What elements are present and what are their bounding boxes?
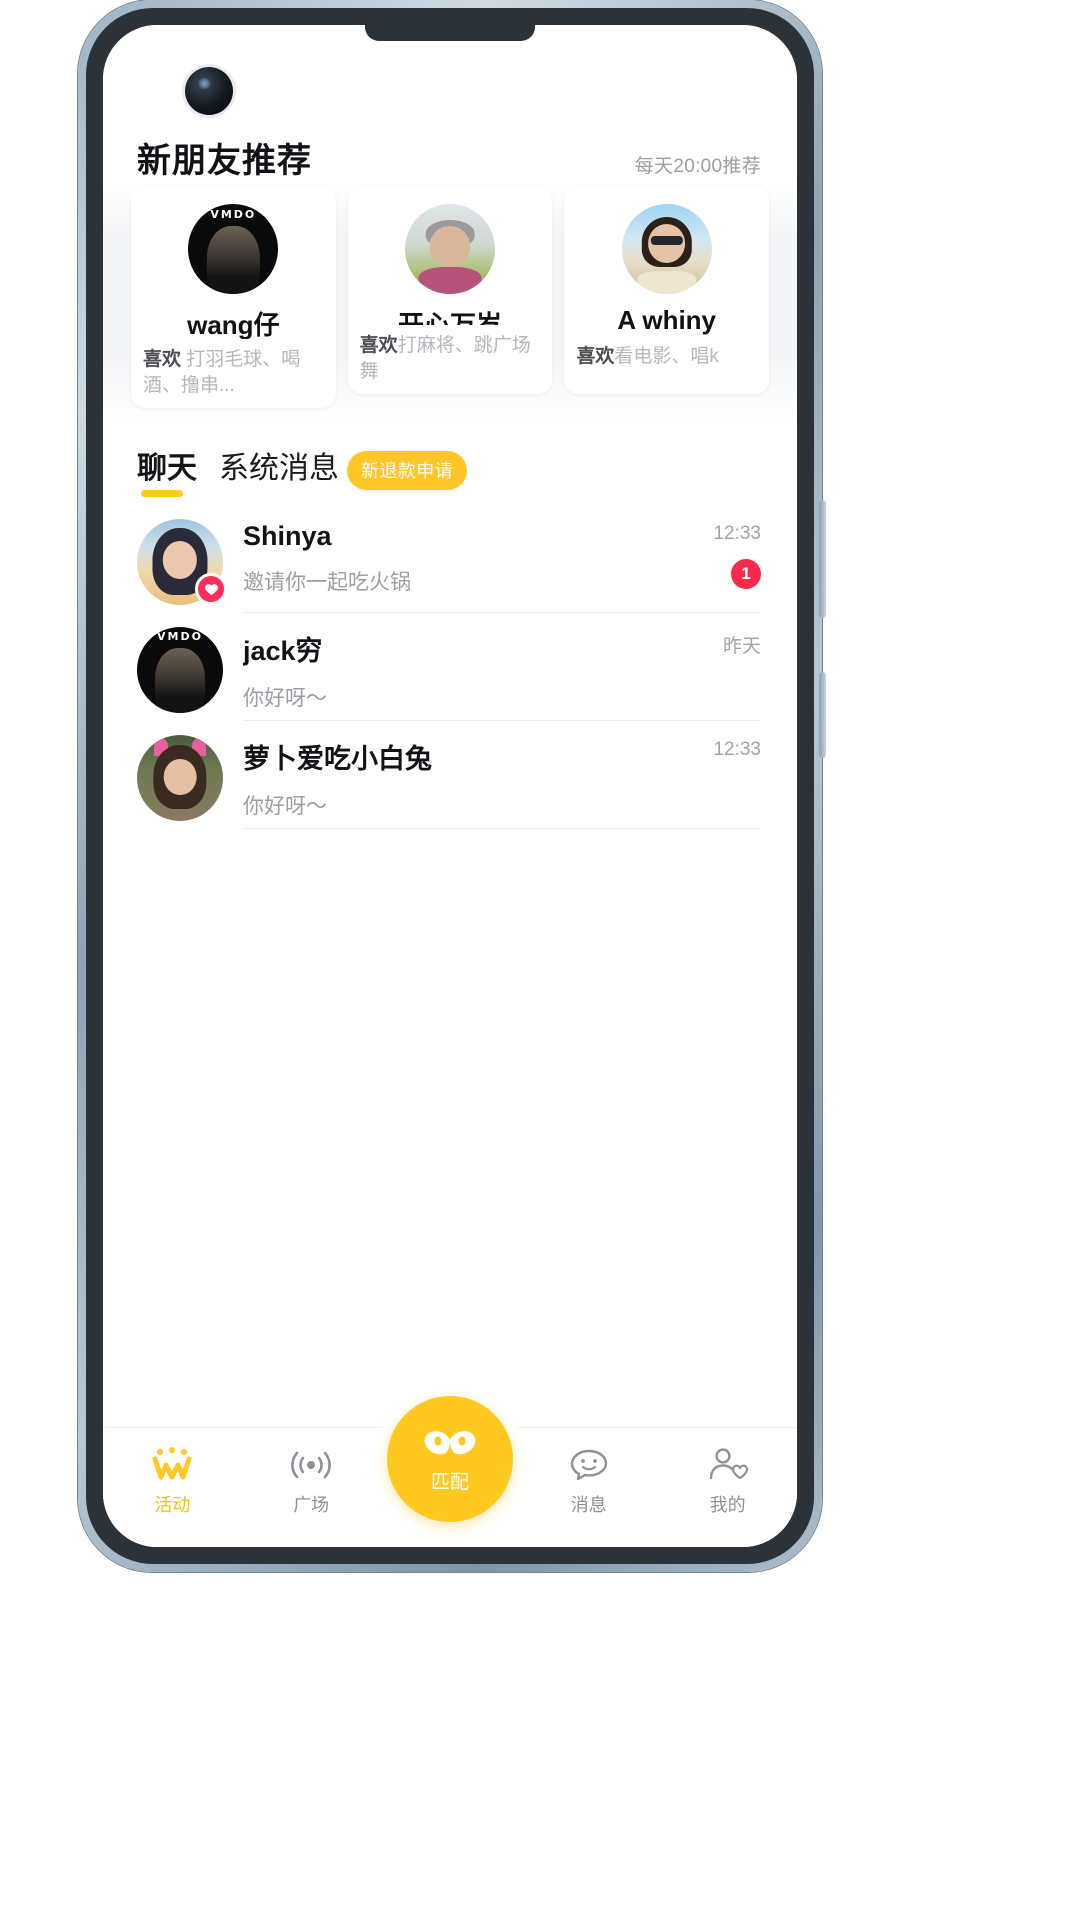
nav-item-messages[interactable]: 消息	[519, 1428, 658, 1547]
chat-item-preview: 你好呀～	[243, 795, 327, 818]
nav-label: 广场	[293, 1495, 330, 1515]
nav-item-match[interactable]: 匹配	[386, 1396, 513, 1522]
message-icon	[569, 1444, 609, 1484]
avatar	[405, 204, 495, 294]
nav-label: 活动	[154, 1495, 191, 1515]
chat-item-name: 萝卜爱吃小白兔	[243, 744, 432, 774]
activity-icon	[150, 1444, 194, 1484]
nav-item-profile[interactable]: 我的	[658, 1428, 797, 1547]
nav-label: 我的	[709, 1495, 746, 1515]
avatar-wrapper: VMDO	[137, 627, 223, 713]
recommend-card[interactable]: VMDO wang仔 喜欢 打羽毛球、喝酒、撸串...	[131, 186, 336, 408]
avatar-wrapper	[137, 519, 227, 605]
chat-item-meta: 昨天	[669, 627, 761, 658]
chat-list-item[interactable]: Shinya 邀请你一起吃火锅 12:33 1	[103, 505, 797, 613]
chat-item-main: Shinya 邀请你一起吃火锅	[223, 519, 669, 596]
tab-chat[interactable]: 聊天	[137, 443, 197, 497]
nav-item-activity[interactable]: 活动	[103, 1428, 242, 1547]
chat-item-time: 12:33	[713, 739, 761, 760]
bottom-navigation-bar: 活动 广场 匹配 消息 我的	[103, 1386, 797, 1547]
heart-badge-icon	[195, 573, 227, 605]
phone-screen: 新朋友推荐 每天20:00推荐 VMDO wang仔 喜欢 打羽毛球、喝酒、撸串…	[103, 25, 797, 1547]
avatar	[621, 204, 712, 294]
chat-item-preview: 你好呀～	[243, 687, 327, 710]
chat-item-meta: 12:33	[669, 735, 761, 761]
likes-value: 看电影、唱k	[614, 346, 719, 367]
nav-label: 消息	[570, 1495, 607, 1515]
chat-item-preview: 邀请你一起吃火锅	[243, 571, 411, 594]
unread-count-badge: 1	[731, 559, 761, 589]
refund-request-badge[interactable]: 新退款申请	[347, 450, 467, 490]
nav-label: 匹配	[430, 1471, 469, 1493]
recommend-header: 新朋友推荐 每天20:00推荐	[103, 133, 797, 182]
list-divider	[243, 828, 761, 829]
chat-list-item[interactable]: 萝卜爱吃小白兔 你好呀～ 12:33	[103, 721, 797, 829]
broadcast-icon	[290, 1444, 332, 1484]
nav-center-slot: 匹配	[376, 1386, 523, 1547]
nav-item-square[interactable]: 广场	[242, 1428, 381, 1547]
recommend-card-likes: 喜欢打麻将、跳广场舞	[360, 333, 541, 384]
tab-system-messages[interactable]: 系统消息	[219, 443, 339, 497]
profile-heart-icon	[707, 1444, 749, 1484]
chat-item-main: 萝卜爱吃小白兔 你好呀～	[223, 735, 669, 820]
likes-label: 喜欢	[359, 335, 398, 357]
recommend-card-name: wang仔	[187, 310, 280, 340]
avatar: VMDO	[188, 204, 279, 294]
chat-item-name: Shinya	[243, 521, 332, 551]
chat-list: Shinya 邀请你一起吃火锅 12:33 1 VMDO jack穷 你好呀～ …	[103, 505, 797, 829]
recommend-card[interactable]: A whiny 喜欢看电影、唱k	[564, 186, 770, 394]
recommend-schedule-label: 每天20:00推荐	[634, 156, 761, 177]
chat-tab-bar: 聊天 系统消息 新退款申请	[137, 443, 467, 497]
recommend-card[interactable]: 开心万岁 喜欢打麻将、跳广场舞	[347, 186, 553, 394]
app-content: 新朋友推荐 每天20:00推荐 VMDO wang仔 喜欢 打羽毛球、喝酒、撸串…	[103, 25, 797, 1547]
power-button[interactable]	[819, 672, 826, 758]
front-camera-icon	[185, 67, 233, 115]
recommend-card-likes: 喜欢 打羽毛球、喝酒、撸串...	[143, 347, 324, 398]
likes-label: 喜欢	[143, 349, 182, 371]
volume-button[interactable]	[819, 500, 826, 618]
recommend-card-name: 开心万岁	[398, 310, 503, 326]
recommend-card-list: VMDO wang仔 喜欢 打羽毛球、喝酒、撸串... 开心万岁 喜欢打麻将、跳…	[103, 180, 797, 425]
likes-label: 喜欢	[576, 346, 615, 367]
match-mask-icon	[421, 1425, 479, 1465]
chat-item-name: jack穷	[243, 636, 323, 666]
recommend-card-name: A whiny	[617, 305, 717, 335]
chat-list-item[interactable]: VMDO jack穷 你好呀～ 昨天	[103, 613, 797, 721]
phone-bezel: 新朋友推荐 每天20:00推荐 VMDO wang仔 喜欢 打羽毛球、喝酒、撸串…	[86, 8, 814, 1564]
avatar-wrapper	[137, 735, 223, 821]
chat-item-time: 昨天	[722, 636, 761, 657]
avatar: VMDO	[137, 627, 223, 713]
earpiece-notch	[365, 25, 535, 41]
page-title: 新朋友推荐	[137, 142, 312, 180]
chat-item-meta: 12:33 1	[669, 519, 761, 589]
chat-item-main: jack穷 你好呀～	[223, 627, 669, 712]
recommend-card-likes: 喜欢看电影、唱k	[576, 344, 757, 369]
phone-frame: 新朋友推荐 每天20:00推荐 VMDO wang仔 喜欢 打羽毛球、喝酒、撸串…	[78, 0, 826, 1572]
avatar	[137, 735, 223, 821]
chat-item-time: 12:33	[713, 523, 761, 544]
